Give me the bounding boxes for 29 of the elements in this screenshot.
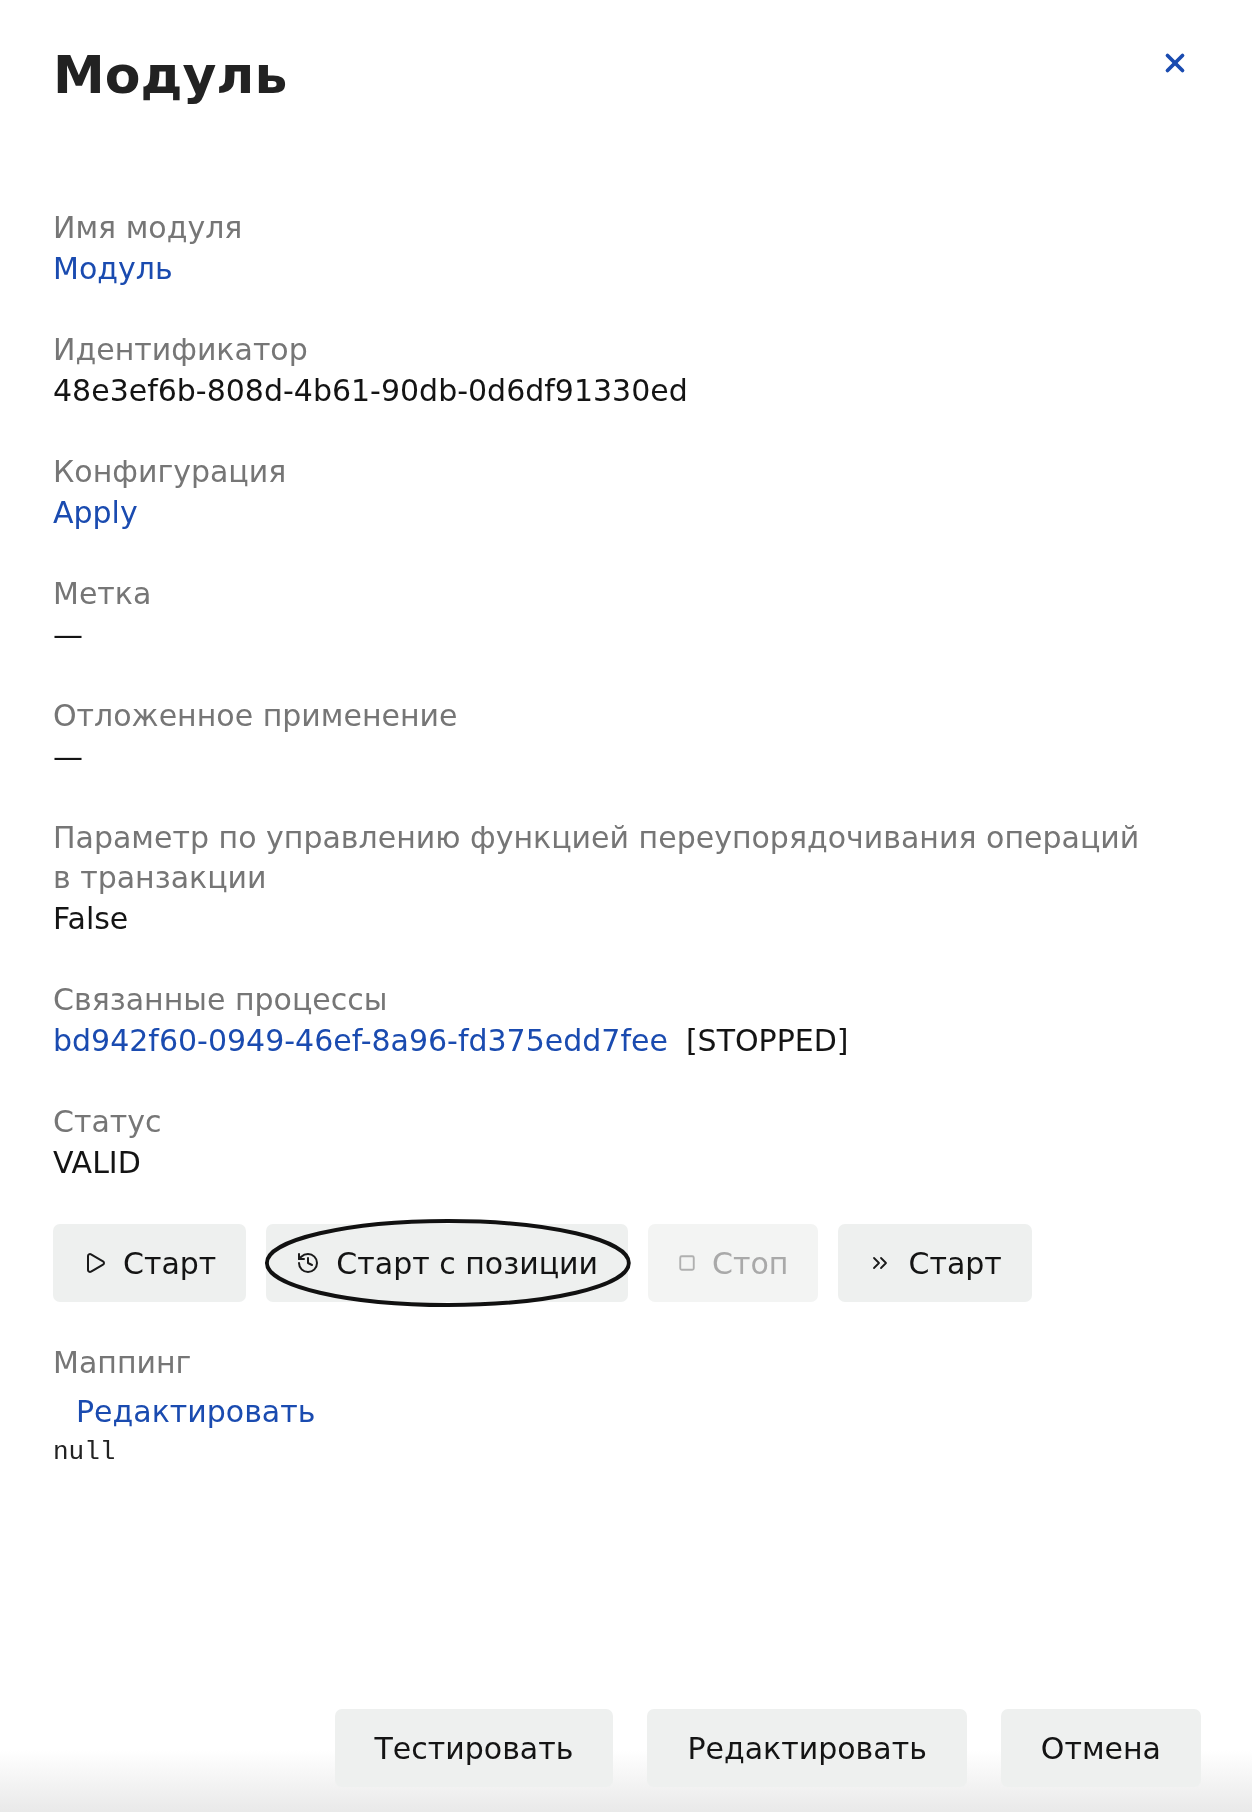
footer-button[interactable]: Тестировать: [334, 1709, 614, 1787]
field-label: Параметр по управлению функцией переупорядочивания операций в транзакции: [53, 819, 1141, 897]
field-value: 48e3ef6b-808d-4b61-90db-0d6df91330ed: [53, 372, 688, 410]
field-link[interactable]: Модуль: [53, 248, 173, 289]
field-label: Связанные процессы: [53, 981, 388, 1019]
field-value: —: [53, 738, 83, 776]
history-icon: [296, 1251, 321, 1275]
action-button[interactable]: Старт: [53, 1224, 247, 1302]
edit-link[interactable]: Редактировать: [76, 1391, 316, 1432]
field-label: Идентификатор: [53, 331, 308, 369]
field-label: Отложенное применение: [53, 697, 458, 735]
field-label: Конфигурация: [53, 453, 287, 491]
field-label: Метка: [53, 575, 152, 613]
field-label: Имя модуля: [53, 209, 243, 247]
mapping-value: null: [53, 1436, 116, 1469]
footer-button[interactable]: Редактировать: [647, 1709, 967, 1787]
action-button[interactable]: Старт с позиции: [266, 1224, 629, 1302]
stop-icon: [678, 1254, 697, 1272]
field-label: Маппинг: [53, 1344, 192, 1382]
dialog-title: Модуль: [53, 44, 288, 107]
footer-button[interactable]: Отмена: [1000, 1709, 1201, 1787]
field-link[interactable]: Apply: [53, 492, 138, 533]
field-value: VALID: [53, 1144, 141, 1182]
field-value: —: [53, 616, 83, 654]
action-button[interactable]: Старт: [838, 1224, 1032, 1302]
field-label: Статус: [53, 1103, 162, 1141]
field-value: False: [53, 900, 129, 938]
process-link[interactable]: bd942f60-0949-46ef-8a96-fd375edd7fee: [53, 1020, 668, 1061]
process-status: [STOPPED]: [685, 1022, 849, 1060]
